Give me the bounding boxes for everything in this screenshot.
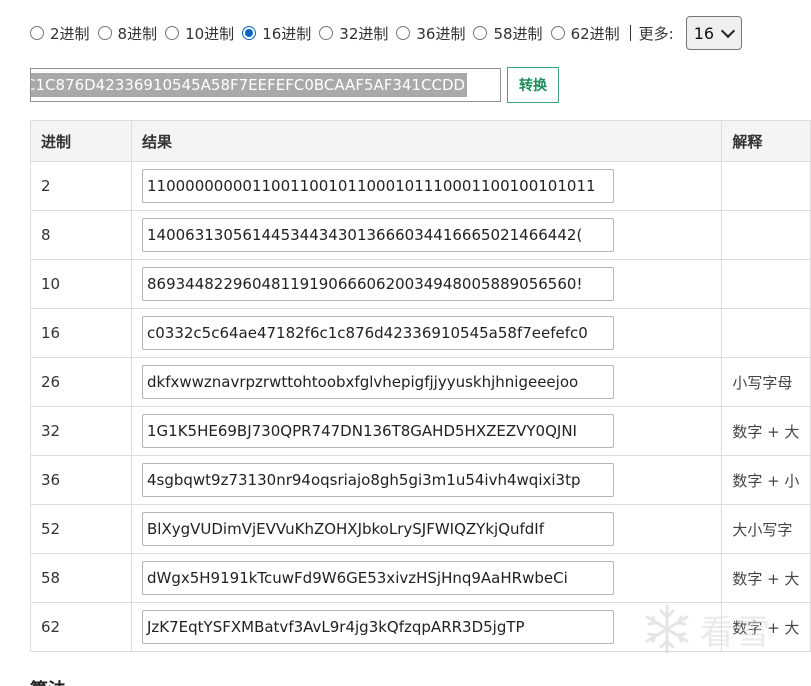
radio-label: 58进制: [493, 24, 543, 43]
result-field[interactable]: dkfxwwznavrpzrwttohtoobxfglvhepigfjjyyus…: [141, 365, 614, 399]
radio-option-58[interactable]: 58进制: [473, 23, 543, 44]
result-field[interactable]: dWgx5H9191kTcuwFd9W6GE53xivzHSjHnq9AaHRw…: [141, 561, 614, 595]
radio-label: 32进制: [339, 24, 389, 43]
table-row: 2 11000000000110011001011000101110001100…: [30, 161, 811, 211]
table-row: 8 14006313056144534434301366603441666502…: [30, 210, 811, 260]
row-note: 数字 + 大: [732, 422, 800, 441]
result-field[interactable]: JzK7EqtYSFXMBatvf3AvL9r4jg3kQfzqpARR3D5j…: [141, 610, 614, 644]
radio-button-checked[interactable]: [242, 26, 257, 40]
input-value: C1C876D42336910545A58F7EEFEFC0BCAAF5AF34…: [31, 73, 468, 97]
radix-selector: 2进制 8进制 10进制 16进制 32进制 36进制 58进制 62进制 更多…: [30, 15, 742, 51]
converter-page: 2进制 8进制 10进制 16进制 32进制 36进制 58进制 62进制 更多…: [0, 0, 811, 686]
row-note: 数字 + 大: [732, 569, 800, 588]
results-table: 进制 结果 解释 2 11000000000110011001011000101…: [30, 120, 811, 652]
radio-option-32[interactable]: 32进制: [319, 23, 388, 44]
table-row: 62 JzK7EqtYSFXMBatvf3AvL9r4jg3kQfzqpARR3…: [30, 602, 811, 652]
result-field[interactable]: 4sgbqwt9z73130nr94oqsriajo8gh5gi3m1u54iv…: [141, 463, 614, 497]
row-base: 8: [30, 210, 132, 260]
radio-option-10[interactable]: 10进制: [165, 23, 234, 44]
table-row: 10 8693448229604811919066606200349480058…: [30, 259, 811, 309]
radio-button[interactable]: [30, 26, 44, 40]
more-label: 更多:: [638, 24, 674, 43]
radio-label: 16进制: [262, 24, 312, 43]
result-field[interactable]: c0332c5c64ae47182f6c1c876d42336910545a58…: [141, 316, 614, 350]
radio-button[interactable]: [550, 26, 565, 40]
table-row: 52 BlXygVUDimVjEVVuKhZOHXJbkoLrySJFWIQZY…: [30, 504, 811, 554]
radio-label: 62进制: [570, 24, 620, 43]
table-row: 58 dWgx5H9191kTcuwFd9W6GE53xivzHSjHnq9Aa…: [30, 553, 811, 603]
result-field[interactable]: 1100000000011001100101100010111000110010…: [141, 169, 614, 203]
radio-button[interactable]: [97, 26, 112, 40]
header-result: 结果: [130, 120, 723, 162]
table-header-row: 进制 结果 解释: [30, 120, 811, 162]
result-field[interactable]: BlXygVUDimVjEVVuKhZOHXJbkoLrySJFWIQZYkjQ…: [141, 512, 614, 546]
radio-option-16[interactable]: 16进制: [242, 23, 311, 44]
table-row: 36 4sgbqwt9z73130nr94oqsriajo8gh5gi3m1u5…: [30, 455, 811, 505]
row-base: 62: [30, 602, 132, 652]
row-base: 10: [30, 259, 132, 309]
radio-button[interactable]: [396, 26, 411, 40]
radio-option-36[interactable]: 36进制: [396, 23, 465, 44]
radio-button[interactable]: [473, 26, 488, 40]
radix-select[interactable]: 16: [685, 16, 742, 50]
radio-label: 2进制: [50, 24, 90, 43]
section-heading: 算法: [30, 676, 66, 686]
chevron-down-icon: [720, 23, 735, 39]
row-note: 数字 + 小: [732, 471, 800, 490]
row-base: 26: [30, 357, 132, 407]
radio-button[interactable]: [165, 26, 180, 40]
radio-label: 8进制: [117, 24, 158, 43]
result-field[interactable]: 1400631305614453443430136660344166650214…: [141, 218, 614, 252]
row-base: 32: [30, 406, 132, 456]
row-note: 小写字母: [732, 373, 793, 392]
convert-button[interactable]: 转换: [507, 67, 559, 103]
row-base: 2: [30, 161, 132, 211]
radio-option-2[interactable]: 2进制: [30, 23, 90, 44]
table-row: 16 c0332c5c64ae47182f6c1c876d42336910545…: [30, 308, 811, 358]
header-base: 进制: [30, 120, 132, 162]
radio-button[interactable]: [319, 26, 334, 40]
result-field[interactable]: 8693448229604811919066606200349480058890…: [141, 267, 614, 301]
table-row: 26 dkfxwwznavrpzrwttohtoobxfglvhepigfjjy…: [30, 357, 811, 407]
result-field[interactable]: 1G1K5HE69BJ730QPR747DN136T8GAHD5HXZEZVY0…: [141, 414, 614, 448]
table-row: 32 1G1K5HE69BJ730QPR747DN136T8GAHD5HXZEZ…: [30, 406, 811, 456]
row-base: 16: [30, 308, 132, 358]
row-note: 数字 + 大: [732, 618, 800, 637]
radio-label: 36进制: [416, 24, 466, 43]
row-base: 52: [30, 504, 132, 554]
row-base: 58: [30, 553, 132, 603]
header-note: 解释: [721, 120, 811, 162]
row-note: 大小写字: [732, 520, 793, 539]
radio-label: 10进制: [185, 24, 235, 43]
radio-option-8[interactable]: 8进制: [97, 23, 158, 44]
divider: [629, 25, 631, 41]
row-base: 36: [30, 455, 132, 505]
hex-input-field[interactable]: C1C876D42336910545A58F7EEFEFC0BCAAF5AF34…: [30, 68, 501, 102]
radio-option-62[interactable]: 62进制: [550, 23, 620, 44]
radix-select-value: 16: [693, 23, 715, 43]
